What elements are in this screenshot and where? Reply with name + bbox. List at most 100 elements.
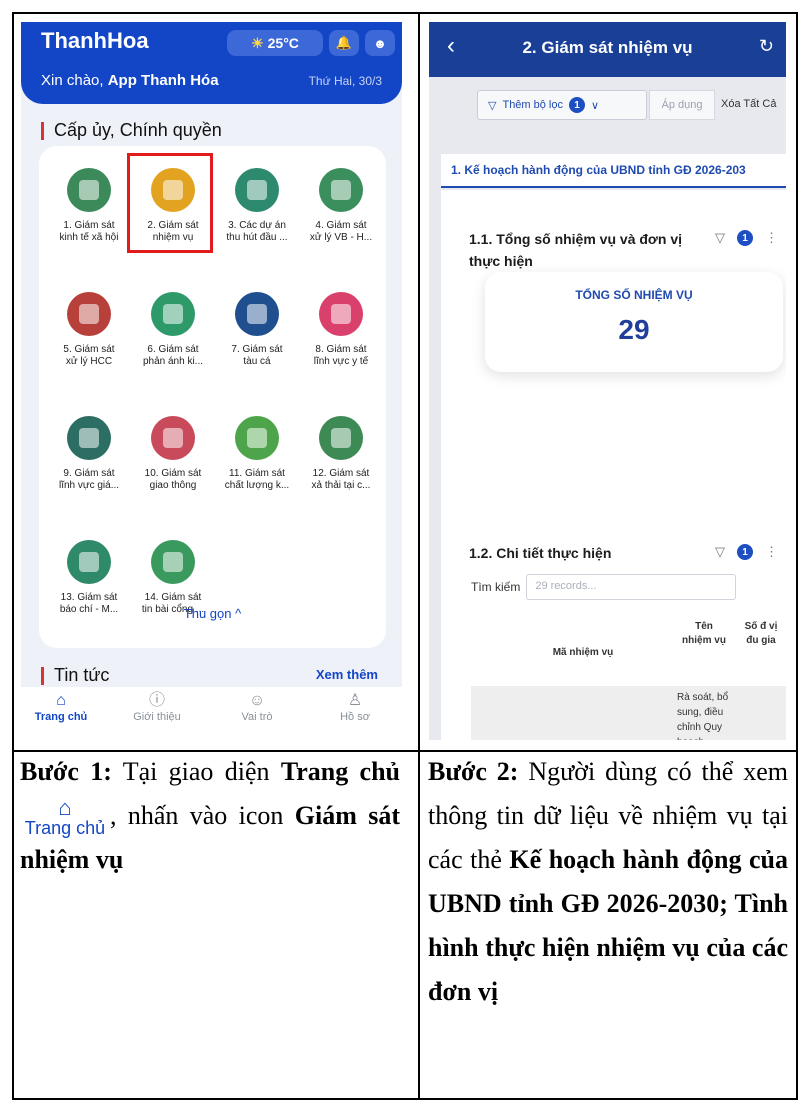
nav-intro[interactable]: ⓘ Giới thiệu bbox=[117, 691, 197, 723]
screen-header: ‹ 2. Giám sát nhiệm vụ ↻ bbox=[429, 22, 786, 77]
card-tools: ▽ 1 ⋮ bbox=[715, 544, 778, 560]
tab-label: 1. Kế hoạch hành động của UBND tỉnh GĐ 2… bbox=[451, 163, 746, 177]
graduation-cap-icon bbox=[67, 416, 111, 460]
filter-bar: ▽ Thêm bộ lọc 1 ∨ Áp dụng Xóa Tất Cả bbox=[429, 84, 786, 126]
nav-label: Trang chủ bbox=[34, 711, 88, 723]
inline-home-label: Trang chủ bbox=[24, 818, 106, 838]
kpi-card: TỔNG SỐ NHIỆM VỤ 29 bbox=[485, 272, 783, 372]
tile-label: 6. Giám sát phản ánh ki... bbox=[142, 344, 204, 367]
feature-tile[interactable]: 3. Các dự án thu hút đầu ... bbox=[215, 160, 299, 270]
col-header-code[interactable]: Mã nhiệm vụ bbox=[523, 646, 643, 660]
profile-icon: ♙ bbox=[347, 692, 363, 709]
collapse-button[interactable]: Thu gọn ^ bbox=[39, 606, 386, 621]
document-tray-icon bbox=[319, 168, 363, 212]
feature-tile[interactable]: 14. Giám sát tin bài cổng ... bbox=[131, 532, 215, 642]
nav-profile[interactable]: ♙ Hồ sơ bbox=[315, 691, 395, 723]
tab-plan[interactable]: 1. Kế hoạch hành động của UBND tỉnh GĐ 2… bbox=[441, 154, 786, 188]
greeting-name: App Thanh Hóa bbox=[107, 72, 219, 89]
nav-label: Giới thiệu bbox=[133, 711, 181, 723]
bottom-nav: ⌂ Trang chủ ⓘ Giới thiệu ☺ Vai trò ♙ Hồ … bbox=[21, 687, 402, 736]
feature-tile[interactable]: 6. Giám sát phản ánh ki... bbox=[131, 284, 215, 394]
table-row[interactable] bbox=[471, 686, 786, 740]
filter-icon: ▽ bbox=[488, 99, 497, 112]
tile-label: 9. Giám sát lĩnh vực giá... bbox=[58, 468, 120, 491]
tile-label: 3. Các dự án thu hút đầu ... bbox=[226, 220, 288, 243]
home-icon: ⌂ bbox=[56, 692, 66, 709]
clear-all-button[interactable]: Xóa Tất Cả bbox=[721, 98, 776, 110]
greeting: Xin chào, App Thanh Hóa bbox=[41, 72, 219, 89]
card-badge: 1 bbox=[737, 544, 753, 560]
add-filter-label: Thêm bộ lọc bbox=[502, 99, 563, 111]
info-icon: ⓘ bbox=[148, 692, 165, 709]
traffic-camera-icon bbox=[151, 416, 195, 460]
see-more-link[interactable]: Xem thêm bbox=[316, 667, 378, 682]
feature-tile[interactable]: 11. Giám sát chất lượng k... bbox=[215, 408, 299, 518]
dashboard-content: 1.1. Tổng số nhiệm vụ và đơn vị thực hiệ… bbox=[441, 190, 786, 740]
globe-leaf-icon bbox=[235, 416, 279, 460]
card-tools: ▽ 1 ⋮ bbox=[715, 230, 778, 246]
feature-tile[interactable]: 9. Giám sát lĩnh vực giá... bbox=[47, 408, 131, 518]
feature-tile[interactable]: 8. Giám sát lĩnh vực y tế bbox=[299, 284, 383, 394]
nav-home[interactable]: ⌂ Trang chủ bbox=[21, 691, 101, 723]
kpi-label: TỔNG SỐ NHIỆM VỤ bbox=[575, 288, 693, 302]
card-badge: 1 bbox=[737, 230, 753, 246]
search-row: Tìm kiếm 29 records... bbox=[471, 574, 737, 600]
task-name-cell: Rà soát, bổ sung, điều chỉnh Quy hoạch bbox=[677, 692, 729, 740]
inline-home-icon: ⌂ Trang chủ bbox=[20, 795, 110, 839]
feature-tile[interactable]: 1. Giám sát kinh tế xã hội bbox=[47, 160, 131, 270]
role-icon: ☺ bbox=[248, 692, 266, 709]
feature-tile[interactable]: 10. Giám sát giao thông bbox=[131, 408, 215, 518]
step2-label: Bước 2: bbox=[428, 757, 519, 786]
ship-icon bbox=[235, 292, 279, 336]
tile-label: 11. Giám sát chất lượng k... bbox=[224, 468, 290, 491]
kpi-value: 29 bbox=[618, 314, 650, 345]
tile-label: 10. Giám sát giao thông bbox=[144, 468, 202, 491]
section-marker bbox=[41, 666, 44, 685]
screen-title: 2. Giám sát nhiệm vụ bbox=[522, 38, 693, 57]
tile-label: 4. Giám sát xử lý VB - H... bbox=[309, 220, 373, 243]
search-input[interactable]: 29 records... bbox=[526, 574, 737, 600]
refresh-icon[interactable]: ↻ bbox=[759, 36, 774, 57]
feature-tile[interactable]: 13. Giám sát báo chí - M... bbox=[47, 532, 131, 642]
money-hand-icon bbox=[235, 168, 279, 212]
news-title-text: Tin tức bbox=[54, 665, 110, 685]
tile-label: 7. Giám sát tàu cá bbox=[231, 344, 283, 367]
heartbeat-icon bbox=[319, 292, 363, 336]
section-title: Cấp ủy, Chính quyền bbox=[41, 120, 222, 141]
col-header-units[interactable]: Số đ vị đu gia bbox=[741, 620, 781, 648]
user-icon[interactable]: ☻ bbox=[365, 30, 395, 56]
feature-tile[interactable]: 7. Giám sát tàu cá bbox=[215, 284, 299, 394]
recycle-icon bbox=[67, 292, 111, 336]
more-icon[interactable]: ⋮ bbox=[765, 544, 778, 560]
app-name: ThanhHoa bbox=[41, 28, 149, 53]
feature-tile[interactable]: 5. Giám sát xử lý HCC bbox=[47, 284, 131, 394]
envelope-icon bbox=[151, 292, 195, 336]
column-divider bbox=[418, 14, 420, 1098]
greeting-prefix: Xin chào, bbox=[41, 72, 104, 89]
nav-role[interactable]: ☺ Vai trò bbox=[217, 691, 297, 723]
task-monitor-screenshot: ‹ 2. Giám sát nhiệm vụ ↻ ▽ Thêm bộ lọc 1… bbox=[429, 22, 786, 740]
weather-temp: 25°C bbox=[267, 35, 299, 51]
tile-label: 8. Giám sát lĩnh vực y tế bbox=[313, 344, 369, 367]
news-section-title: Tin tức bbox=[41, 665, 109, 686]
nav-label: Vai trò bbox=[241, 711, 273, 723]
bell-icon[interactable]: 🔔 bbox=[329, 30, 359, 56]
filter-icon[interactable]: ▽ bbox=[715, 544, 725, 560]
section-marker bbox=[41, 121, 44, 140]
home-icon: ⌂ bbox=[58, 795, 72, 820]
section-title-text: Cấp ủy, Chính quyền bbox=[54, 120, 222, 140]
more-icon[interactable]: ⋮ bbox=[765, 230, 778, 246]
filter-count-badge: 1 bbox=[569, 97, 585, 113]
feature-tile[interactable]: 12. Giám sát xả thải tại c... bbox=[299, 408, 383, 518]
filter-icon[interactable]: ▽ bbox=[715, 230, 725, 246]
monitor-search-icon bbox=[151, 540, 195, 584]
add-filter-button[interactable]: ▽ Thêm bộ lọc 1 ∨ bbox=[477, 90, 647, 120]
step1-home: Trang chủ bbox=[280, 757, 400, 786]
chevron-down-icon: ∨ bbox=[591, 99, 600, 112]
weather-badge[interactable]: ☀ 25°C bbox=[227, 30, 323, 56]
feature-tile[interactable]: 4. Giám sát xử lý VB - H... bbox=[299, 160, 383, 270]
factory-icon bbox=[319, 416, 363, 460]
tile-label: 1. Giám sát kinh tế xã hội bbox=[59, 220, 119, 243]
apply-button[interactable]: Áp dụng bbox=[649, 90, 715, 120]
col-header-name[interactable]: Tên nhiệm vụ bbox=[681, 620, 727, 648]
